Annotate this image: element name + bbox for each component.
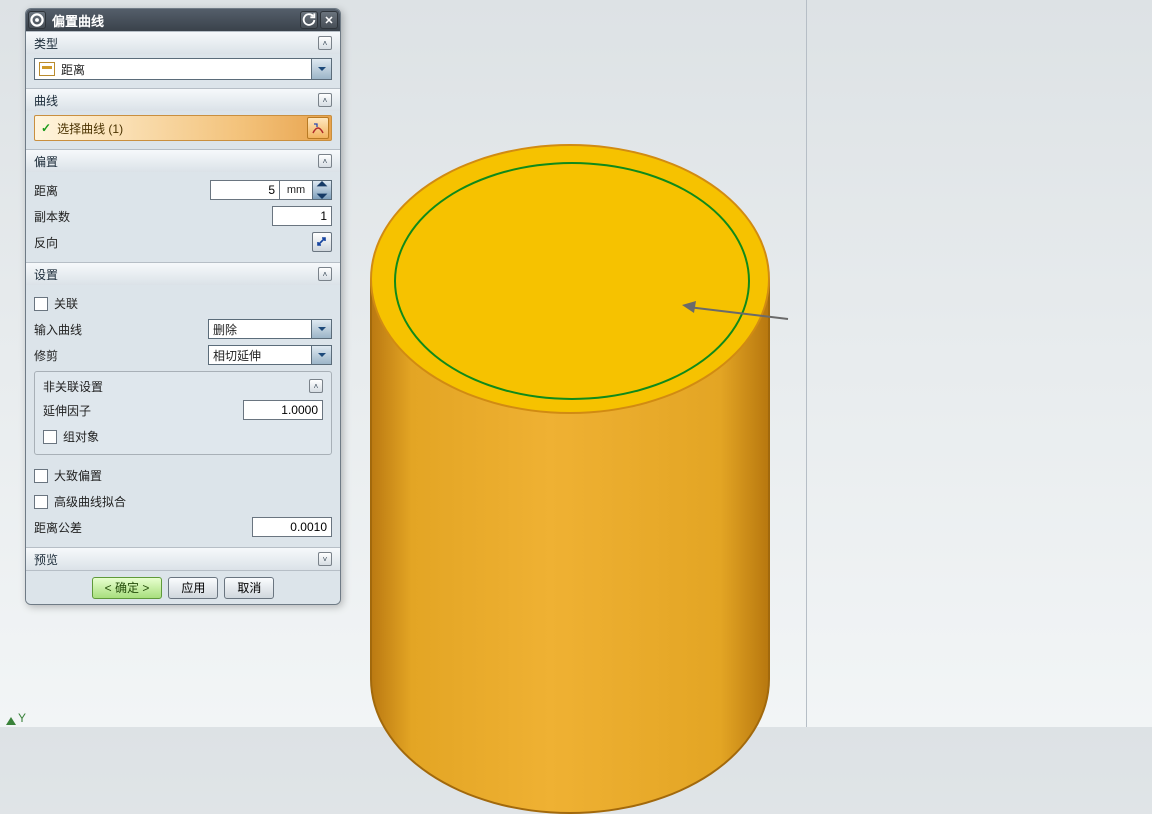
type-select[interactable]: 距离 [34, 58, 332, 80]
section-curve-title: 曲线 [34, 92, 58, 109]
tol-label: 距离公差 [34, 519, 144, 536]
adv-fit-checkbox[interactable]: 高级曲线拟合 [34, 493, 126, 510]
section-type-title: 类型 [34, 35, 58, 52]
reset-icon[interactable] [300, 11, 318, 29]
section-preview: 预览 ˅ [26, 547, 340, 570]
viewport-divider [806, 0, 807, 727]
direction-arrow-icon[interactable] [678, 289, 808, 329]
chevron-up-icon: ˄ [318, 93, 332, 107]
ext-factor-input[interactable] [243, 400, 323, 420]
chevron-down-icon: ˅ [318, 552, 332, 566]
input-curve-select[interactable]: 删除 [208, 319, 332, 339]
group-label: 组对象 [63, 430, 99, 444]
offset-curve-dialog: 偏置曲线 ✕ 类型 ˄ 距离 曲线 ˄ ✓ [25, 8, 341, 605]
chevron-up-icon: ˄ [318, 267, 332, 281]
assoc-checkbox[interactable]: 关联 [34, 295, 78, 312]
curve-rule-icon[interactable] [307, 117, 329, 139]
section-settings: 设置 ˄ 关联 输入曲线 删除 修剪 [26, 262, 340, 547]
rough-checkbox[interactable]: 大致偏置 [34, 467, 102, 484]
input-curve-value: 删除 [213, 321, 311, 338]
trim-select[interactable]: 相切延伸 [208, 345, 332, 365]
dialog-title: 偏置曲线 [46, 11, 300, 30]
titlebar: 偏置曲线 ✕ [26, 9, 340, 31]
tol-input[interactable] [252, 517, 332, 537]
axis-marker: Y [6, 711, 26, 725]
ok-button[interactable]: < 确定 > [92, 577, 163, 599]
section-offset-title: 偏置 [34, 153, 58, 170]
rough-label: 大致偏置 [54, 469, 102, 483]
type-select-value: 距离 [61, 61, 311, 78]
dropdown-icon[interactable] [311, 320, 331, 338]
reverse-direction-icon[interactable] [312, 232, 332, 252]
axis-y-label: Y [18, 711, 26, 725]
close-icon[interactable]: ✕ [320, 11, 338, 29]
section-type-header[interactable]: 类型 ˄ [26, 32, 340, 54]
distance-unit: mm [280, 180, 312, 200]
cylinder-model [370, 144, 770, 674]
copies-input[interactable] [272, 206, 332, 226]
chevron-up-icon: ˄ [318, 154, 332, 168]
chevron-up-icon: ˄ [318, 36, 332, 50]
ext-factor-label: 延伸因子 [43, 402, 153, 419]
axis-triangle-icon [6, 717, 16, 725]
group-checkbox[interactable]: 组对象 [43, 428, 99, 445]
section-preview-title: 预览 [34, 551, 58, 568]
section-settings-title: 设置 [34, 266, 58, 283]
offset-preview-curve [394, 162, 750, 400]
section-curve: 曲线 ˄ ✓ 选择曲线 (1) [26, 88, 340, 149]
select-curve-label: 选择曲线 (1) [57, 120, 123, 137]
nonassoc-title: 非关联设置 [43, 378, 103, 395]
input-curve-label: 输入曲线 [34, 321, 144, 338]
section-curve-header[interactable]: 曲线 ˄ [26, 89, 340, 111]
section-settings-header[interactable]: 设置 ˄ [26, 263, 340, 285]
distance-icon [39, 62, 55, 76]
dropdown-icon[interactable] [311, 59, 331, 79]
reverse-label: 反向 [34, 234, 144, 251]
trim-label: 修剪 [34, 347, 144, 364]
button-row: < 确定 > 应用 取消 [26, 570, 340, 604]
checkmark-icon: ✓ [41, 121, 51, 135]
nonassoc-frame: 非关联设置 ˄ 延伸因子 组对象 [34, 371, 332, 455]
assoc-label: 关联 [54, 297, 78, 311]
distance-stepper-icon[interactable] [312, 180, 332, 200]
distance-input[interactable] [210, 180, 280, 200]
cancel-button[interactable]: 取消 [224, 577, 274, 599]
viewport-3d[interactable] [360, 14, 790, 704]
section-type: 类型 ˄ 距离 [26, 31, 340, 88]
select-curve-row[interactable]: ✓ 选择曲线 (1) [34, 115, 332, 141]
section-offset: 偏置 ˄ 距离 mm 副本数 反向 [26, 149, 340, 262]
chevron-up-icon: ˄ [309, 379, 323, 393]
adv-fit-label: 高级曲线拟合 [54, 495, 126, 509]
apply-button[interactable]: 应用 [168, 577, 218, 599]
distance-label: 距离 [34, 182, 144, 199]
copies-label: 副本数 [34, 208, 144, 225]
section-offset-header[interactable]: 偏置 ˄ [26, 150, 340, 172]
gear-icon[interactable] [28, 11, 46, 29]
dropdown-icon[interactable] [311, 346, 331, 364]
trim-value: 相切延伸 [213, 347, 311, 364]
section-preview-header[interactable]: 预览 ˅ [26, 548, 340, 570]
